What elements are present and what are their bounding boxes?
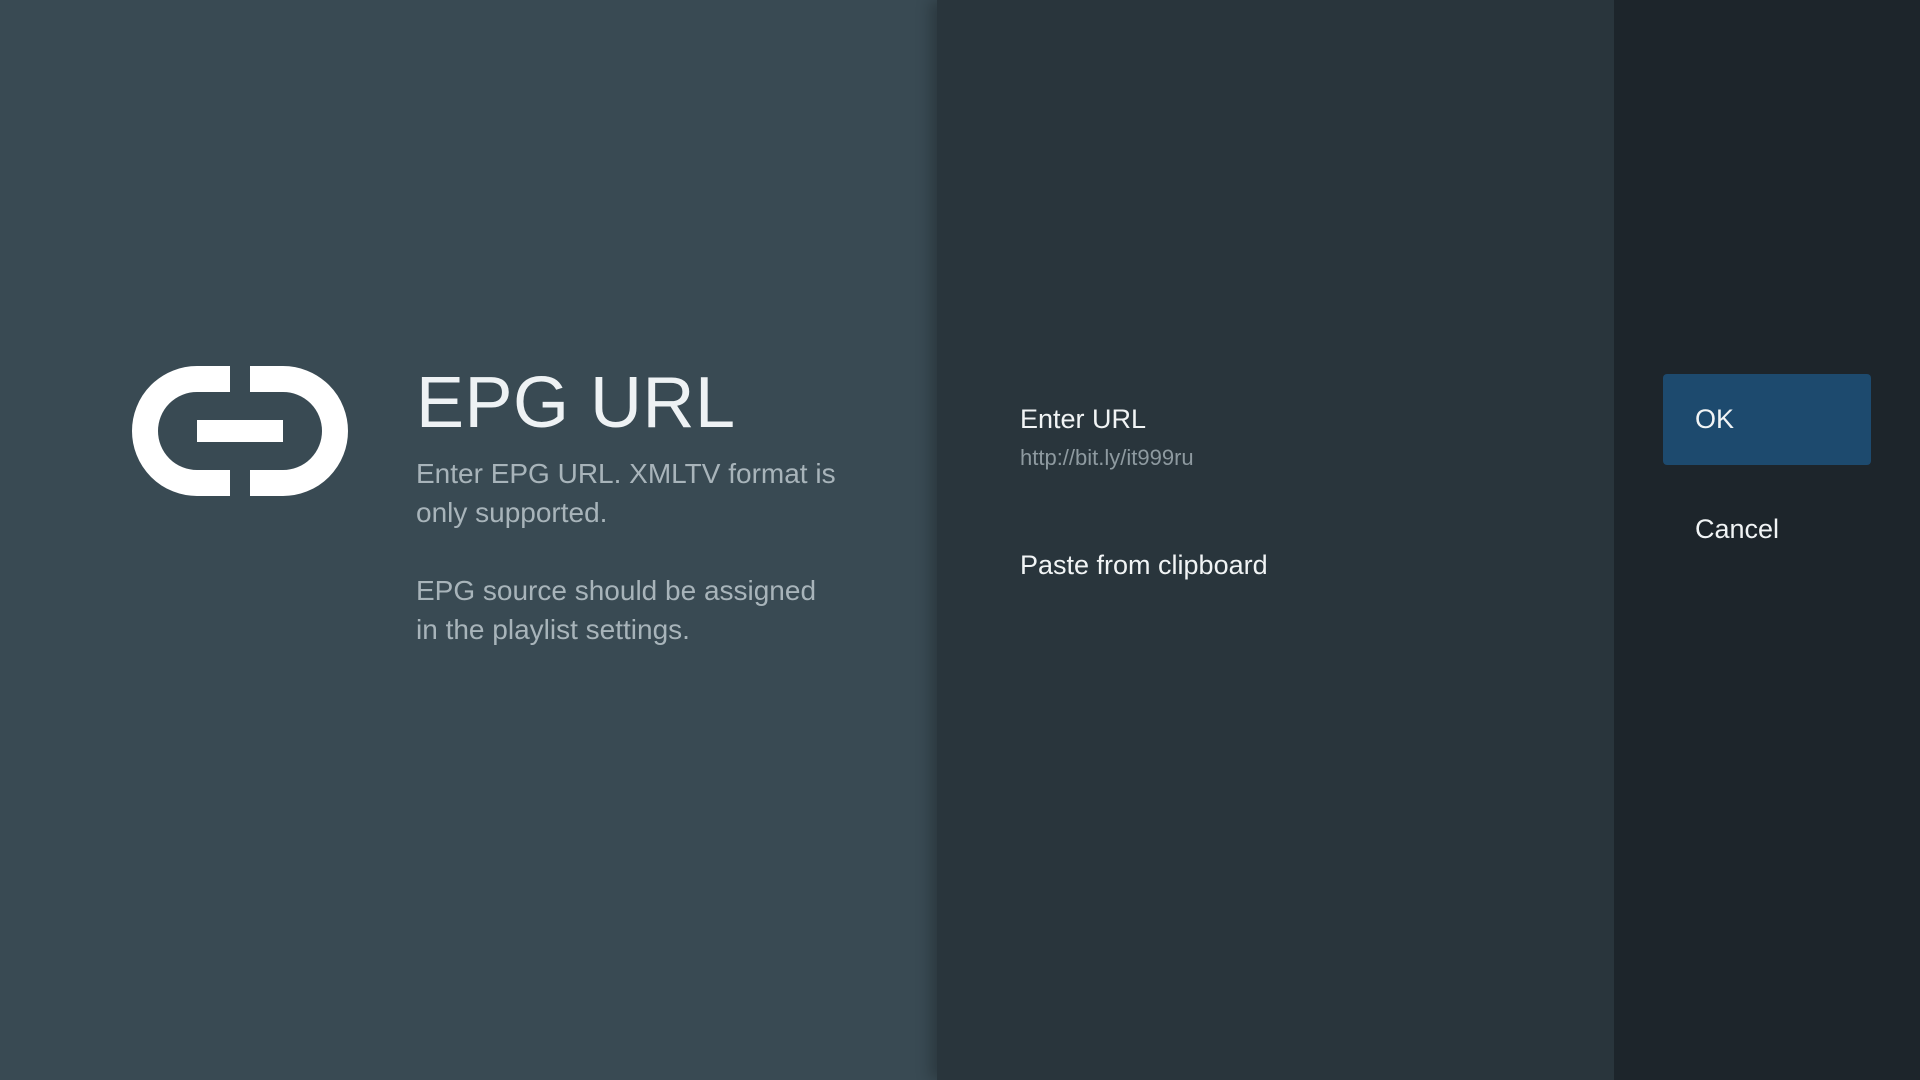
actions-panel: Enter URL http://bit.ly/it999ru Paste fr… [937, 0, 1614, 1080]
description-text: Enter EPG URL. XMLTV format is only supp… [416, 458, 836, 528]
button-panel: OK Cancel [1614, 0, 1920, 1080]
note-text: EPG source should be assigned in the pla… [416, 575, 817, 645]
paste-title: Paste from clipboard [1020, 550, 1268, 580]
guidance-description: Enter EPG URL. XMLTV format is only supp… [416, 454, 836, 688]
enter-url-value: http://bit.ly/it999ru [1020, 445, 1194, 470]
link-icon [132, 366, 348, 496]
enter-url-title: Enter URL [1020, 404, 1147, 434]
guidance-panel: EPG URL Enter EPG URL. XMLTV format is o… [0, 0, 937, 1080]
cancel-button[interactable]: Cancel [1663, 484, 1871, 575]
enter-url-action[interactable]: Enter URL http://bit.ly/it999ru [1020, 404, 1194, 471]
page-title: EPG URL [416, 363, 736, 443]
epg-url-dialog: EPG URL Enter EPG URL. XMLTV format is o… [0, 0, 1920, 1080]
paste-from-clipboard-action[interactable]: Paste from clipboard [1020, 550, 1268, 581]
ok-button[interactable]: OK [1663, 374, 1871, 465]
